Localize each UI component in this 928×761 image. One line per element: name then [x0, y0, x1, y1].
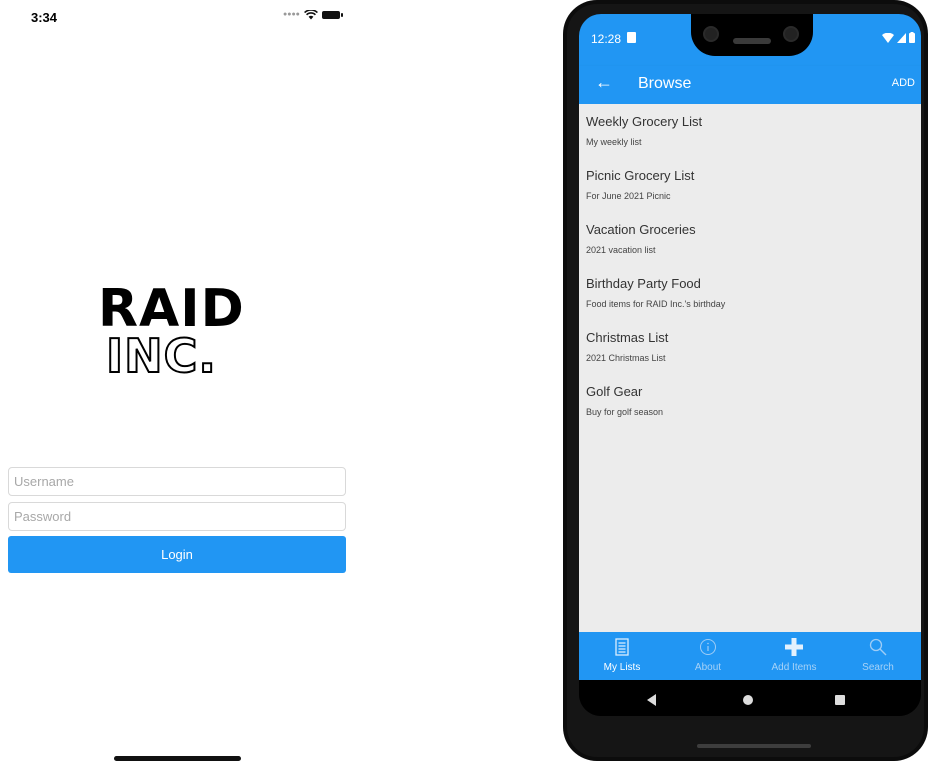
list-item-title: Christmas List — [586, 330, 669, 345]
ios-status-bar: 3:34 ●●●● — [0, 0, 354, 34]
tab-label: About — [694, 662, 722, 673]
grocery-list: Weekly Grocery List My weekly list Picni… — [579, 104, 921, 632]
list-item[interactable]: Christmas List 2021 Christmas List — [586, 330, 668, 363]
status-icons — [882, 32, 915, 43]
password-input[interactable] — [8, 502, 346, 531]
android-nav-bar — [579, 680, 921, 716]
tab-about[interactable]: About — [665, 632, 751, 680]
sd-card-icon — [627, 32, 636, 43]
tab-label: Add Items — [771, 662, 817, 673]
list-item[interactable]: Birthday Party Food Food items for RAID … — [586, 276, 725, 309]
list-item-title: Weekly Grocery List — [586, 114, 703, 129]
page-title: Browse — [638, 75, 692, 92]
search-icon — [869, 638, 887, 656]
list-icon — [615, 638, 629, 656]
earpiece-speaker — [733, 38, 771, 44]
signal-icon — [897, 32, 906, 43]
plus-icon — [785, 638, 803, 656]
tab-my-lists[interactable]: My Lists — [579, 632, 665, 680]
list-item-subtitle: Buy for golf season — [586, 407, 664, 417]
list-item[interactable]: Golf Gear Buy for golf season — [586, 384, 663, 417]
logo-text-inc: INC. — [105, 328, 217, 384]
tab-add-items[interactable]: Add Items — [751, 632, 837, 680]
list-item-subtitle: 2021 Christmas List — [586, 353, 666, 363]
status-icons: ●●●● — [283, 10, 343, 20]
list-item-subtitle: 2021 vacation list — [586, 245, 656, 255]
info-icon — [700, 639, 716, 655]
status-time: 3:34 — [31, 10, 58, 25]
android-screen: 12:28 ← Browse ADD Weekly Grocery List M… — [579, 14, 921, 716]
nav-back-icon[interactable] — [647, 694, 656, 706]
list-item-subtitle: My weekly list — [586, 137, 642, 147]
list-item[interactable]: Picnic Grocery List For June 2021 Picnic — [586, 168, 694, 201]
username-input[interactable] — [8, 467, 346, 496]
list-item-subtitle: For June 2021 Picnic — [586, 191, 671, 201]
android-phone-frame: 12:28 ← Browse ADD Weekly Grocery List M… — [563, 0, 928, 761]
cellular-icon: ●●●● — [283, 11, 300, 18]
list-item-title: Vacation Groceries — [586, 222, 696, 237]
tab-label: My Lists — [603, 662, 641, 673]
list-item-title: Golf Gear — [586, 384, 643, 399]
list-item-subtitle: Food items for RAID Inc.'s birthday — [586, 299, 726, 309]
ios-login-screen: 3:34 ●●●● RAID INC. Login — [0, 0, 354, 761]
add-button[interactable]: ADD — [892, 77, 915, 89]
phone-chin-speaker — [697, 744, 811, 748]
back-arrow-icon[interactable]: ← — [595, 72, 613, 93]
bottom-tab-bar: My Lists About Add Items Search — [579, 632, 921, 680]
battery-icon — [909, 32, 915, 43]
battery-icon — [321, 11, 343, 19]
front-camera-icon — [783, 26, 799, 42]
nav-home-icon[interactable] — [743, 695, 753, 705]
wifi-icon — [303, 10, 318, 20]
list-item-title: Birthday Party Food — [586, 276, 701, 291]
status-time: 12:28 — [591, 32, 622, 46]
tab-search[interactable]: Search — [835, 632, 921, 680]
wifi-icon — [882, 32, 894, 43]
list-item[interactable]: Vacation Groceries 2021 vacation list — [586, 222, 696, 255]
list-item-title: Picnic Grocery List — [586, 168, 695, 183]
nav-recents-icon[interactable] — [835, 695, 845, 705]
home-indicator[interactable] — [114, 756, 241, 761]
camera-notch — [691, 14, 813, 56]
list-item[interactable]: Weekly Grocery List My weekly list — [586, 114, 702, 147]
tab-label: Search — [862, 662, 894, 673]
login-button[interactable]: Login — [8, 536, 346, 573]
raid-inc-logo: RAID INC. — [96, 281, 266, 387]
toolbar: ← Browse ADD — [579, 66, 921, 104]
front-camera-icon — [703, 26, 719, 42]
